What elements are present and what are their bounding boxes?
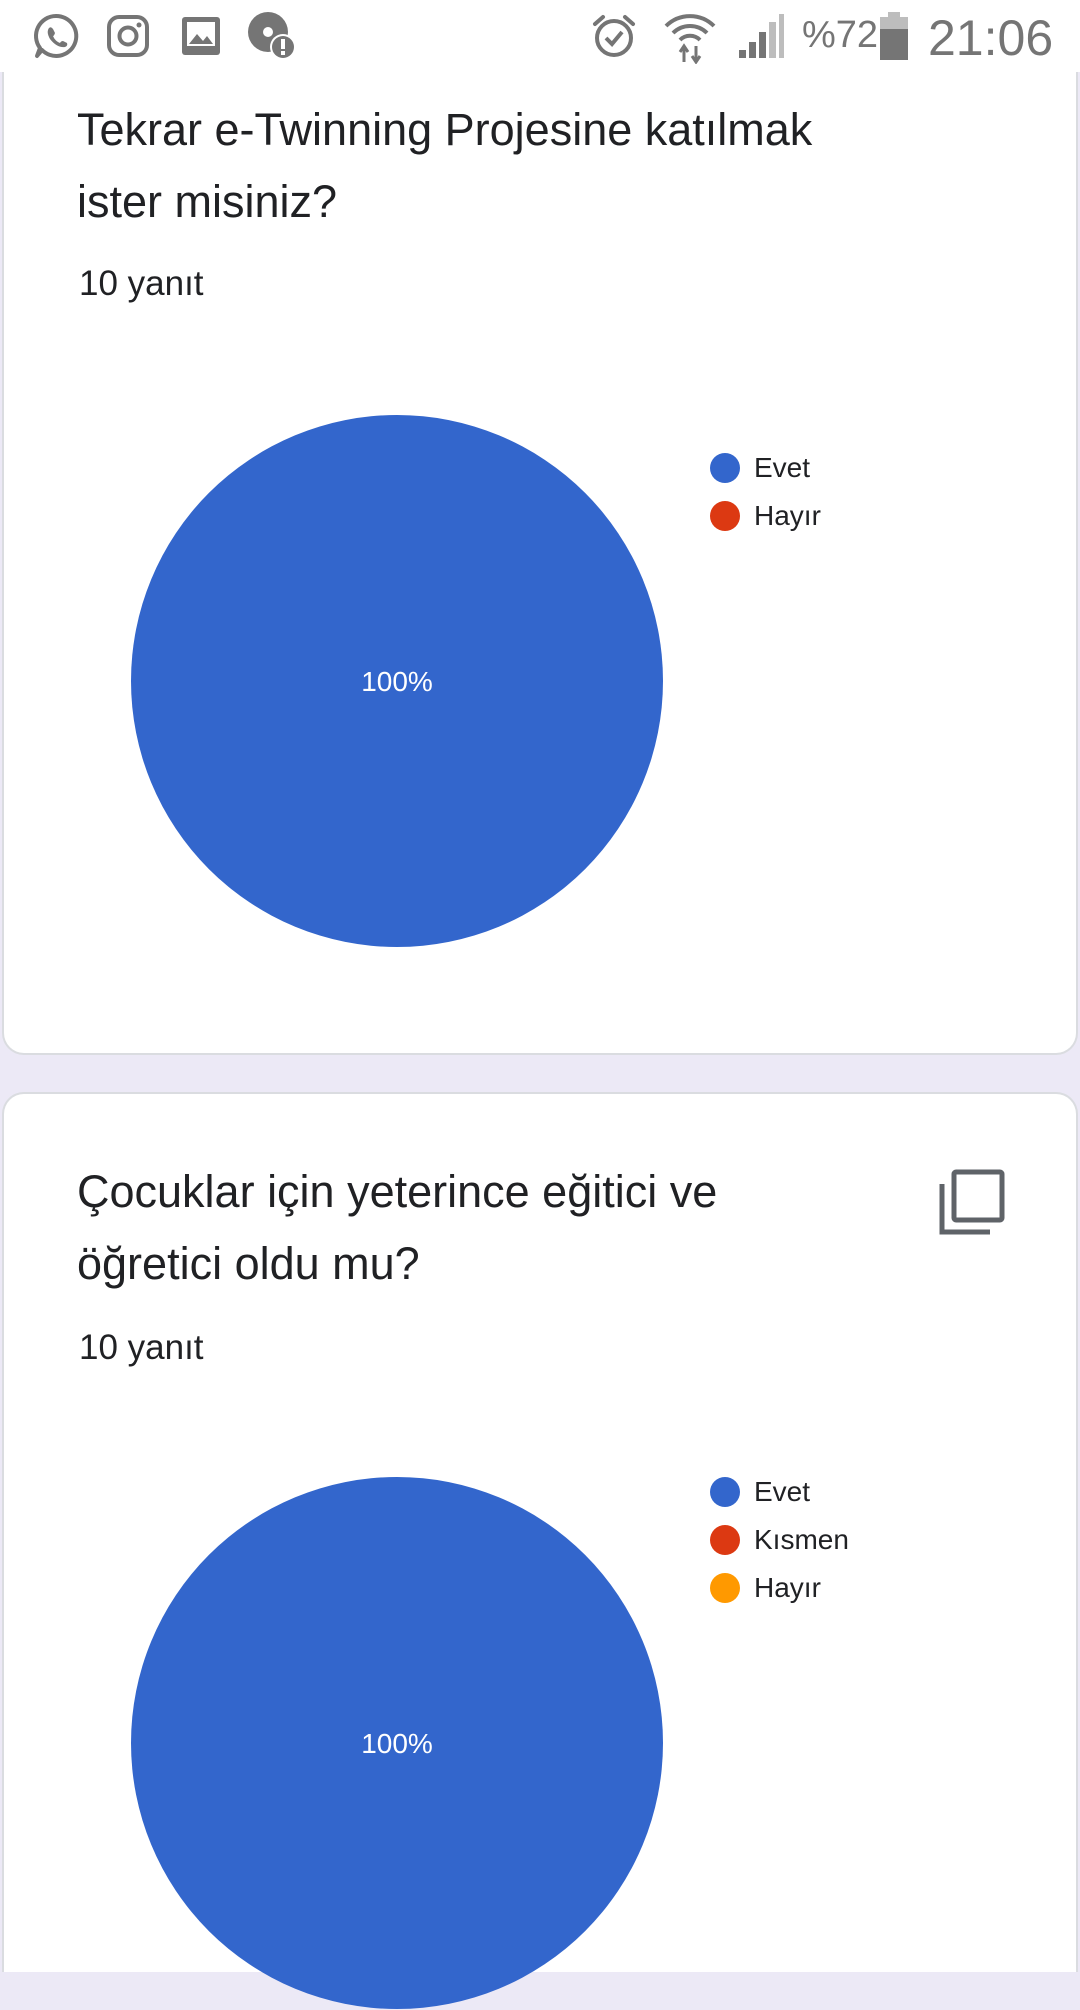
battery-icon <box>876 0 912 72</box>
chart-legend: Evet Hayır <box>710 444 821 540</box>
legend-item: Evet <box>710 1468 849 1516</box>
question-card: Çocuklar için yeterince eğitici ve öğret… <box>2 1092 1078 2009</box>
legend-swatch <box>710 1525 740 1555</box>
legend-label: Hayır <box>754 500 821 531</box>
status-bar: %72 21:06 <box>0 0 1080 72</box>
slice-label: 100% <box>361 1728 433 1759</box>
question-title: Çocuklar için yeterince eğitici ve öğret… <box>77 1166 718 1289</box>
legend-swatch <box>710 1477 740 1507</box>
instagram-icon <box>104 0 152 72</box>
legend-item: Hayır <box>710 492 821 540</box>
legend-item: Evet <box>710 444 821 492</box>
signal-icon <box>736 0 786 72</box>
legend-item: Hayır <box>710 1564 849 1612</box>
legend-label: Evet <box>754 452 811 483</box>
clock: 21:06 <box>928 10 1054 66</box>
legend-swatch <box>710 1573 740 1603</box>
response-count: 10 yanıt <box>79 264 204 303</box>
legend-label: Hayır <box>754 1572 821 1603</box>
question-title: Tekrar e-Twinning Projesine katılmak ist… <box>77 104 813 227</box>
legend-label: Evet <box>754 1476 811 1507</box>
pie-chart: 100% <box>131 415 663 947</box>
pie-chart: 100% <box>131 1477 663 2009</box>
copy-chart-button[interactable] <box>936 1166 1008 1238</box>
gallery-icon <box>178 0 224 72</box>
question-card: Tekrar e-Twinning Projesine katılmak ist… <box>2 40 1078 1055</box>
wifi-icon <box>660 0 720 72</box>
response-count: 10 yanıt <box>79 1328 204 1367</box>
whatsapp-icon <box>30 0 82 72</box>
slice-label: 100% <box>361 666 433 697</box>
sync-alert-icon <box>244 0 300 72</box>
battery-percent: %72 <box>802 14 879 56</box>
alarm-icon <box>588 0 640 72</box>
legend-swatch <box>710 501 740 531</box>
chart-legend: Evet Kısmen Hayır <box>710 1468 849 1612</box>
legend-label: Kısmen <box>754 1524 849 1555</box>
legend-swatch <box>710 453 740 483</box>
copy-icon <box>939 1169 1005 1235</box>
legend-item: Kısmen <box>710 1516 849 1564</box>
